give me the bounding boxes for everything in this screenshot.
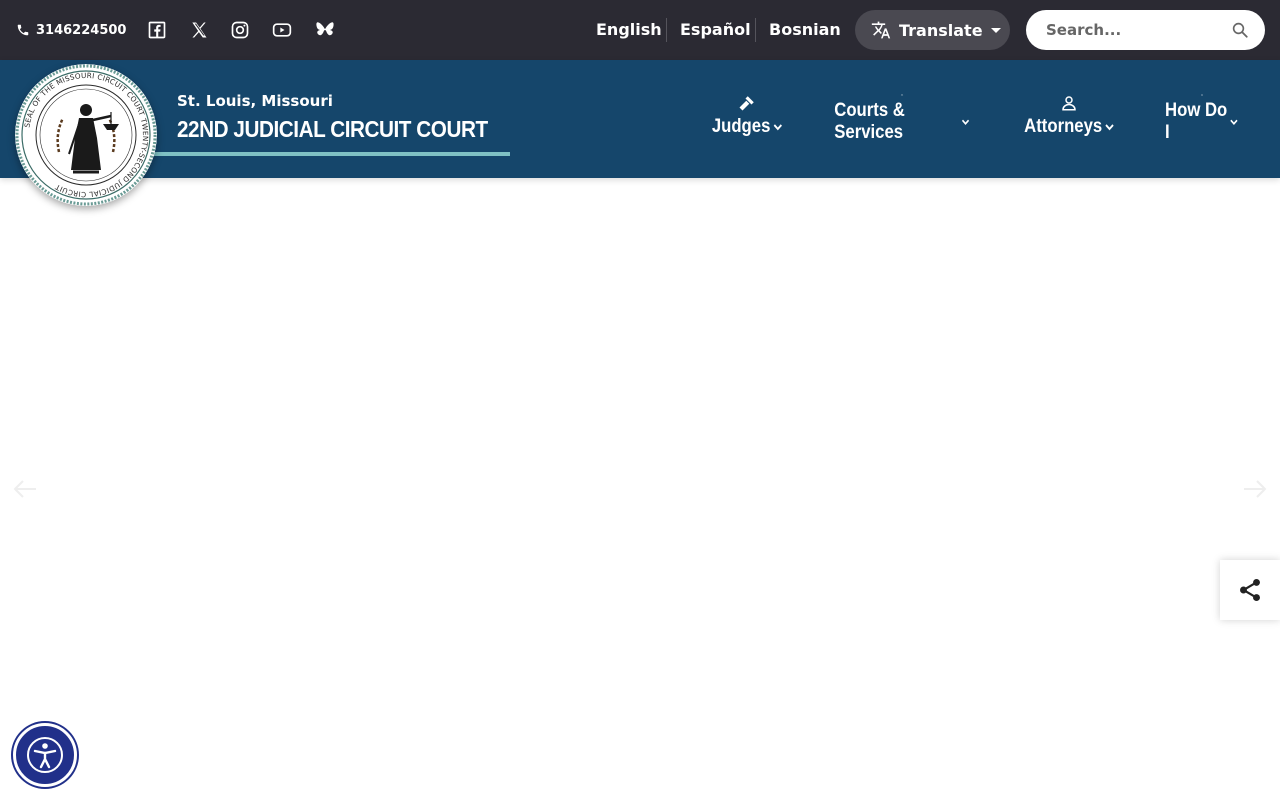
title-underline xyxy=(152,152,510,156)
info-icon xyxy=(1201,94,1203,96)
x-link[interactable] xyxy=(188,19,210,41)
nav-judges[interactable]: Judges xyxy=(711,94,782,144)
accessibility-icon xyxy=(27,737,63,773)
person-icon xyxy=(1062,96,1076,111)
nav-attorneys[interactable]: Attorneys xyxy=(1024,94,1114,144)
translate-icon xyxy=(871,21,891,39)
share-icon xyxy=(1240,578,1260,602)
nav-label: Judges xyxy=(711,116,771,137)
accessibility-button[interactable] xyxy=(13,723,77,787)
nav-how-do-i[interactable]: How Do I xyxy=(1160,94,1244,144)
chevron-down-icon xyxy=(961,119,969,125)
youtube-icon xyxy=(272,23,292,37)
search-box xyxy=(1026,10,1265,50)
nav-courts-services[interactable]: Courts & Services xyxy=(825,94,979,144)
facebook-link[interactable] xyxy=(146,19,168,41)
x-icon xyxy=(192,22,207,38)
bluesky-icon xyxy=(316,22,334,36)
divider xyxy=(755,18,756,42)
chevron-down-icon xyxy=(1104,124,1114,131)
site-title[interactable]: 22ND JUDICIAL CIRCUIT COURT xyxy=(177,116,488,143)
top-utility-bar: 3146224500 English Español Bosnian Trans… xyxy=(0,0,1280,60)
gavel-icon xyxy=(739,96,754,111)
carousel-prev-arrow-icon[interactable] xyxy=(12,476,38,502)
nav-label: Courts & Services xyxy=(834,100,905,143)
search-input[interactable] xyxy=(1046,21,1216,39)
translate-label: Translate xyxy=(899,20,983,40)
youtube-link[interactable] xyxy=(271,19,293,41)
search-icon[interactable] xyxy=(1231,21,1249,39)
instagram-link[interactable] xyxy=(229,19,251,41)
share-button[interactable] xyxy=(1220,560,1280,620)
caret-down-icon xyxy=(990,28,1001,33)
instagram-icon xyxy=(231,21,249,39)
lang-espanol[interactable]: Español xyxy=(680,18,751,42)
chevron-down-icon xyxy=(773,124,782,131)
phone-icon xyxy=(17,24,29,36)
translate-button[interactable]: Translate xyxy=(855,10,1010,50)
phone-link[interactable]: 3146224500 xyxy=(16,19,126,41)
phone-number: 3146224500 xyxy=(36,22,127,38)
facebook-icon xyxy=(148,21,166,39)
site-subtitle: St. Louis, Missouri xyxy=(177,92,333,110)
nav-label: How Do I xyxy=(1165,100,1228,143)
divider xyxy=(666,18,667,42)
court-seal-logo[interactable]: SEAL OF THE MISSOURI CIRCUIT COURT TWENT… xyxy=(15,64,157,206)
nav-label: Attorneys xyxy=(1023,116,1102,137)
scales-icon xyxy=(900,94,904,96)
carousel-next-arrow-icon[interactable] xyxy=(1242,476,1268,502)
chevron-down-icon xyxy=(1230,119,1238,126)
bluesky-link[interactable] xyxy=(314,19,336,41)
lang-english[interactable]: English xyxy=(596,18,662,42)
lang-bosnian[interactable]: Bosnian xyxy=(769,18,841,42)
